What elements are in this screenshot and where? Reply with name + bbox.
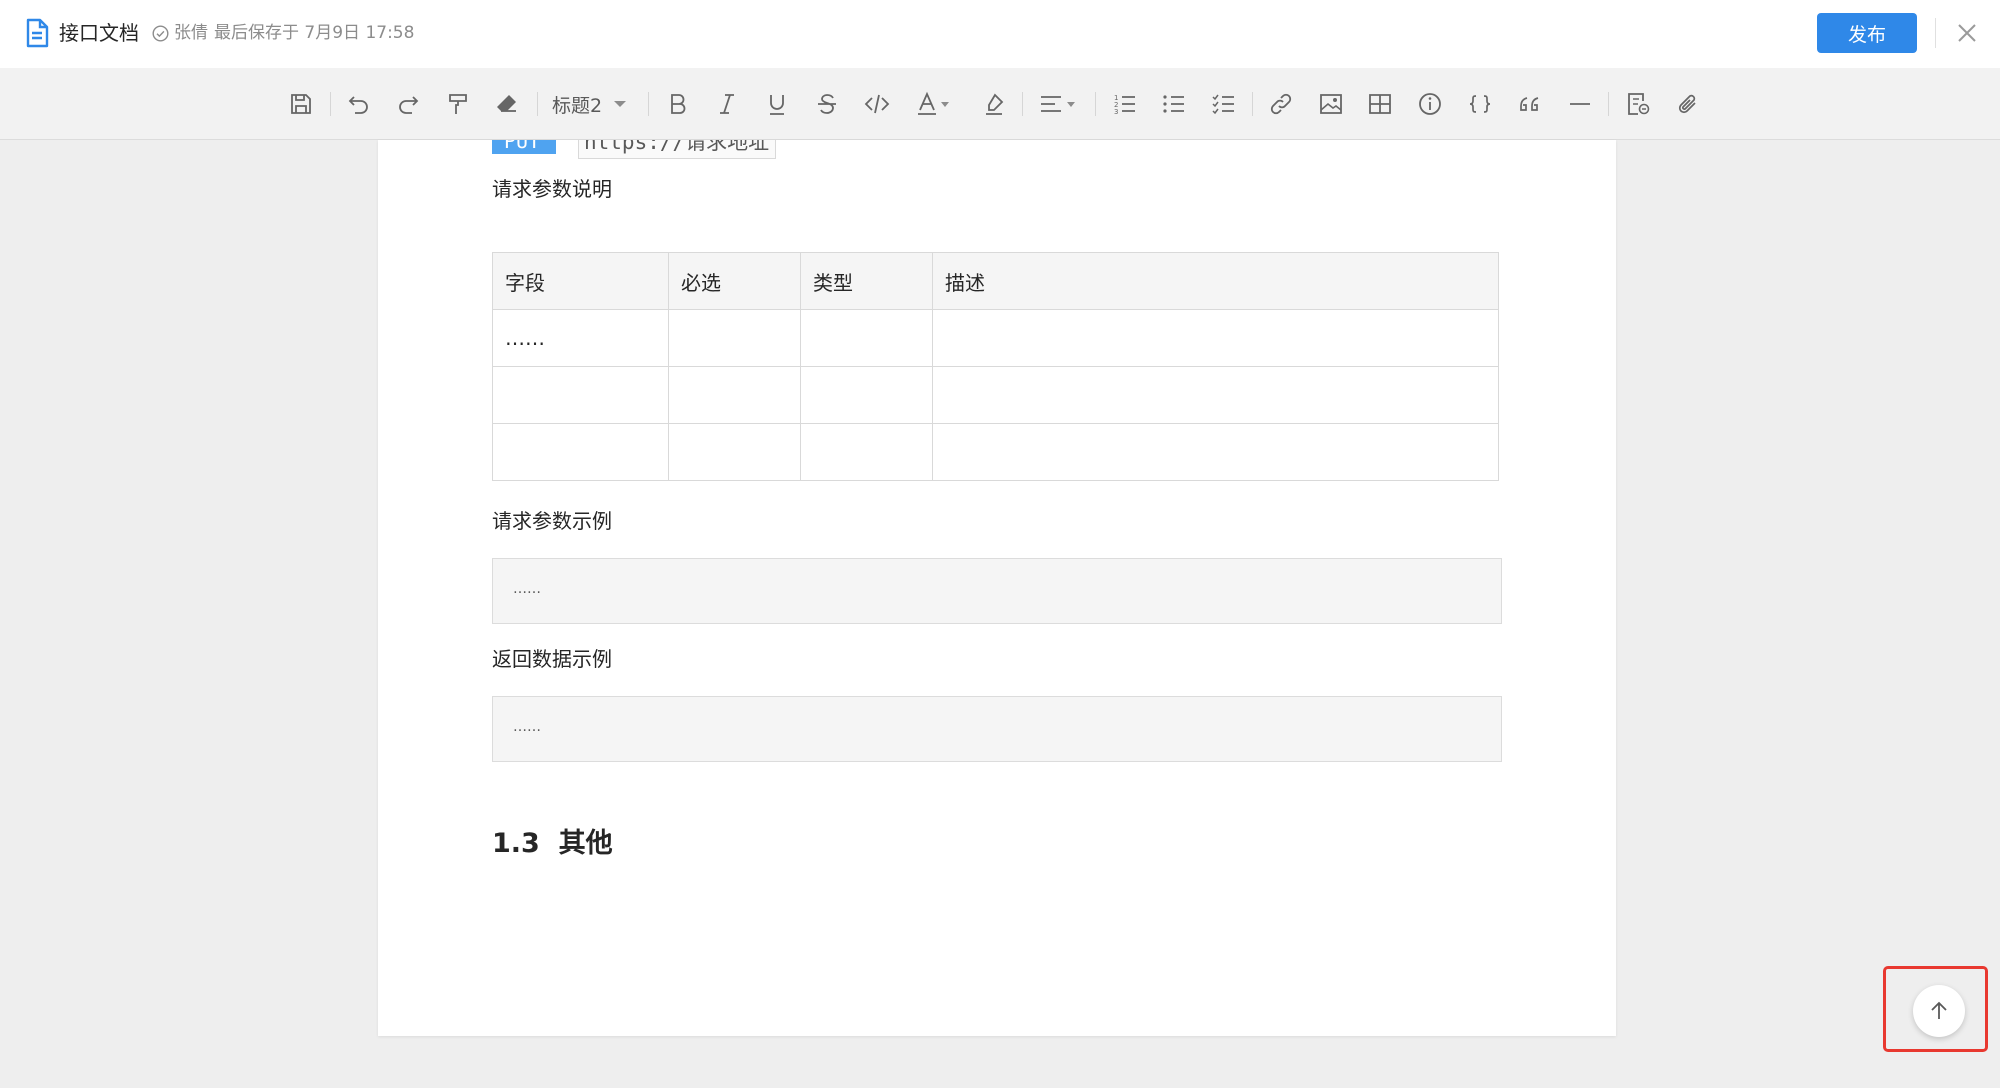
- table-header-row: 字段 必选 类型 描述: [492, 252, 1499, 310]
- document-title[interactable]: 接口文档: [59, 18, 139, 48]
- http-method: PUT: [504, 140, 541, 153]
- divider-icon[interactable]: [1564, 88, 1596, 120]
- toolbar-separator: [537, 92, 538, 116]
- response-example-codeblock[interactable]: ……: [492, 696, 1502, 762]
- toolbar-separator: [1022, 92, 1023, 116]
- table-cell[interactable]: [932, 366, 1499, 424]
- close-icon[interactable]: [1952, 18, 1982, 48]
- check-circle-icon: [152, 24, 169, 42]
- table-cell[interactable]: [492, 423, 669, 481]
- align-icon[interactable]: [1035, 88, 1081, 120]
- code-block-icon[interactable]: [1464, 88, 1496, 120]
- chevron-down-icon: [614, 101, 627, 107]
- table-cell[interactable]: [800, 366, 933, 424]
- table-cell[interactable]: [668, 309, 801, 367]
- table-row: [492, 366, 1499, 424]
- top-header: 接口文档 张倩 最后保存于 7月9日 17:58 发布: [0, 0, 2000, 68]
- editor-toolbar: 标题2 123: [0, 68, 2000, 140]
- arrow-up-icon: [1931, 1001, 1947, 1019]
- font-color-icon[interactable]: [912, 88, 956, 120]
- table-cell[interactable]: ……: [492, 309, 669, 367]
- table-header-cell[interactable]: 字段: [492, 252, 669, 310]
- quote-icon[interactable]: [1514, 88, 1546, 120]
- attachment-icon[interactable]: [1672, 88, 1704, 120]
- table-cell[interactable]: [668, 423, 801, 481]
- last-saved-time: 最后保存于 7月9日 17:58: [214, 23, 415, 43]
- image-icon[interactable]: [1315, 88, 1347, 120]
- publish-button[interactable]: 发布: [1817, 13, 1917, 53]
- save-icon[interactable]: [285, 88, 317, 120]
- svg-text:3: 3: [1114, 108, 1118, 116]
- table-row: [492, 423, 1499, 481]
- toolbar-separator: [648, 92, 649, 116]
- toolbar-separator: [1252, 92, 1253, 116]
- table-header-cell[interactable]: 类型: [800, 252, 933, 310]
- header-divider: [1935, 18, 1936, 48]
- template-icon[interactable]: [1622, 88, 1654, 120]
- bold-icon[interactable]: [661, 88, 693, 120]
- info-icon[interactable]: [1414, 88, 1446, 120]
- eraser-icon[interactable]: [491, 88, 523, 120]
- table-cell[interactable]: [800, 309, 933, 367]
- table-header-cell[interactable]: 必选: [668, 252, 801, 310]
- table-header-cell[interactable]: 描述: [932, 252, 1499, 310]
- table-cell[interactable]: [668, 366, 801, 424]
- code-icon[interactable]: [861, 88, 893, 120]
- request-example-heading: 请求参数示例: [492, 509, 612, 533]
- back-to-top-button[interactable]: [1913, 985, 1965, 1037]
- request-url-text: https://请求地址: [584, 140, 770, 154]
- redo-icon[interactable]: [392, 88, 424, 120]
- document-page[interactable]: PUT https://请求地址 请求参数说明 字段 必选 类型 描述 …… 请…: [378, 140, 1616, 1036]
- heading-style-select[interactable]: 标题2: [552, 88, 627, 120]
- toolbar-separator: [1095, 92, 1096, 116]
- table-row: ……: [492, 309, 1499, 367]
- params-heading: 请求参数说明: [492, 177, 612, 201]
- task-list-icon[interactable]: [1208, 88, 1240, 120]
- italic-icon[interactable]: [711, 88, 743, 120]
- save-status: 张倩 最后保存于 7月9日 17:58: [152, 19, 420, 47]
- heading-style-value: 标题2: [552, 94, 603, 117]
- undo-icon[interactable]: [343, 88, 375, 120]
- highlight-icon[interactable]: [978, 88, 1010, 120]
- strikethrough-icon[interactable]: [811, 88, 843, 120]
- table-cell[interactable]: [932, 309, 1499, 367]
- underline-icon[interactable]: [761, 88, 793, 120]
- request-url: https://请求地址: [578, 140, 776, 159]
- http-method-badge: PUT: [492, 140, 556, 154]
- format-painter-icon[interactable]: [442, 88, 474, 120]
- author-name: 张倩: [174, 23, 208, 43]
- section-heading: 1.3 其他: [492, 828, 613, 859]
- bullet-list-icon[interactable]: [1158, 88, 1190, 120]
- request-example-codeblock[interactable]: ……: [492, 558, 1502, 624]
- response-example-text: ……: [513, 719, 541, 735]
- table-icon[interactable]: [1364, 88, 1396, 120]
- ordered-list-icon[interactable]: 123: [1109, 88, 1141, 120]
- table-cell[interactable]: [800, 423, 933, 481]
- response-example-heading: 返回数据示例: [492, 647, 612, 671]
- link-icon[interactable]: [1265, 88, 1297, 120]
- document-icon: [26, 18, 49, 48]
- request-example-text: ……: [513, 581, 541, 597]
- params-table: 字段 必选 类型 描述 ……: [492, 252, 1499, 481]
- table-cell[interactable]: [932, 423, 1499, 481]
- toolbar-separator: [330, 92, 331, 116]
- table-cell[interactable]: [492, 366, 669, 424]
- toolbar-separator: [1608, 92, 1609, 116]
